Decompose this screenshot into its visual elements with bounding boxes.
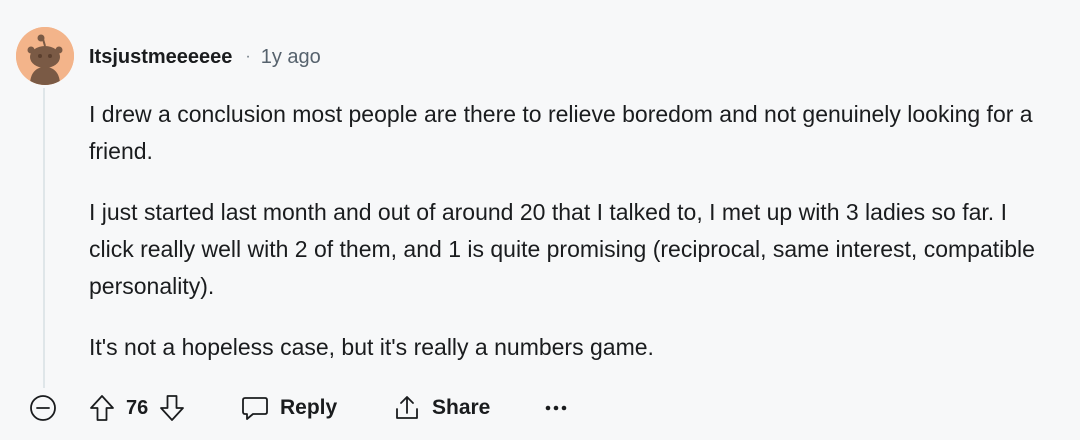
share-icon bbox=[392, 393, 422, 423]
snoo-avatar-icon bbox=[16, 27, 74, 85]
comment-paragraph: It's not a hopeless case, but it's reall… bbox=[89, 334, 654, 360]
action-bar: 76 Reply Share bbox=[0, 386, 1080, 430]
upvote-button[interactable] bbox=[86, 392, 118, 424]
ellipsis-icon bbox=[545, 405, 567, 411]
comment-header: Itsjustmeeeeee · 1y ago bbox=[89, 40, 321, 74]
comment-paragraph: I just started last month and out of aro… bbox=[89, 199, 1035, 299]
vote-group: 76 bbox=[86, 388, 188, 428]
comment-body: I drew a conclusion most people are ther… bbox=[89, 96, 1049, 390]
arrow-down-icon bbox=[160, 395, 185, 421]
speech-bubble-icon bbox=[240, 393, 270, 423]
comment: Itsjustmeeeeee · 1y ago I drew a conclus… bbox=[0, 0, 1080, 440]
vote-score: 76 bbox=[126, 396, 149, 419]
arrow-up-icon bbox=[90, 395, 114, 421]
share-label: Share bbox=[432, 396, 491, 419]
minus-circle-icon bbox=[30, 395, 56, 421]
share-button[interactable]: Share bbox=[392, 388, 490, 428]
thread-line[interactable] bbox=[43, 88, 45, 388]
separator-dot: · bbox=[245, 48, 251, 65]
collapse-button[interactable] bbox=[28, 393, 58, 423]
comment-paragraph: I drew a conclusion most people are ther… bbox=[89, 101, 1033, 164]
reply-label: Reply bbox=[280, 396, 338, 419]
downvote-button[interactable] bbox=[156, 392, 188, 424]
avatar[interactable] bbox=[16, 27, 74, 85]
username[interactable]: Itsjustmeeeeee bbox=[89, 46, 232, 69]
more-options-button[interactable] bbox=[540, 394, 572, 422]
timestamp[interactable]: 1y ago bbox=[261, 46, 321, 69]
reply-button[interactable]: Reply bbox=[240, 388, 337, 428]
